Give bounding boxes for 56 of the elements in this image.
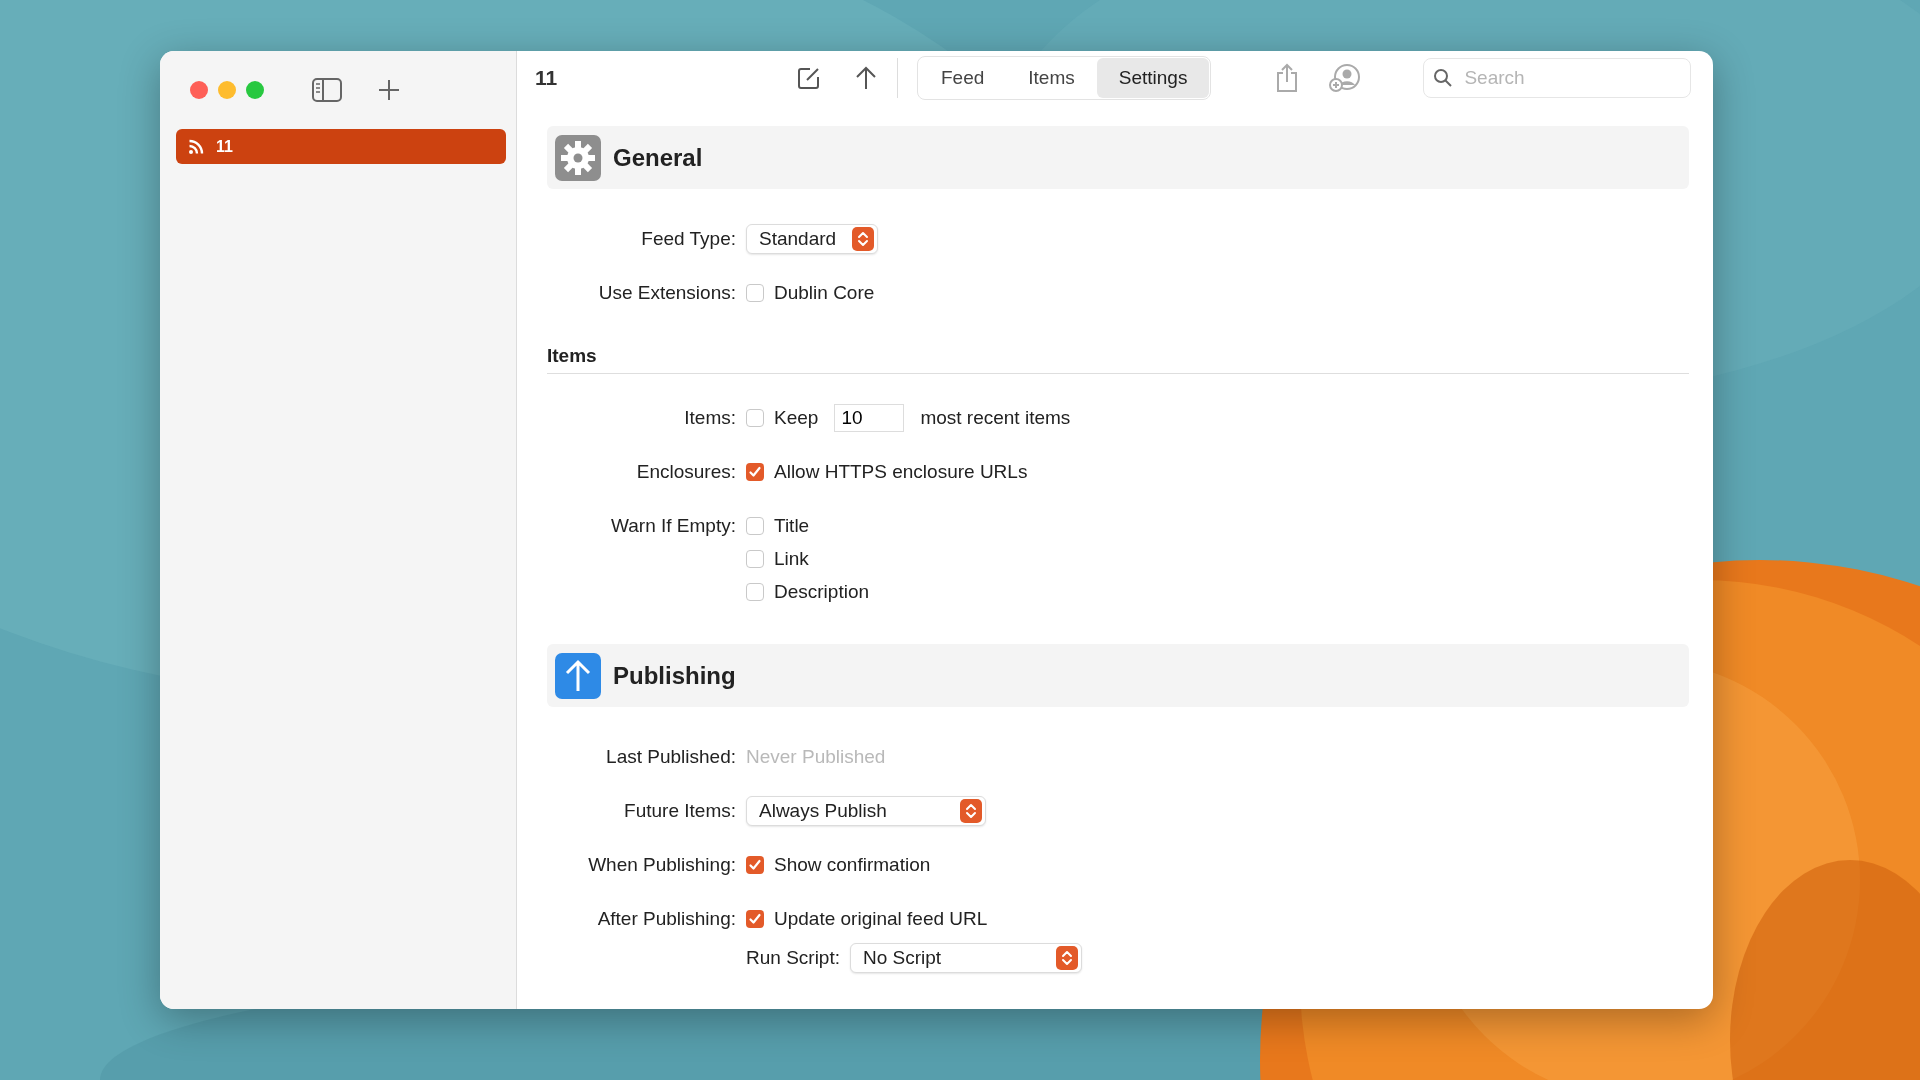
checkbox[interactable]	[746, 409, 764, 427]
popup-button[interactable]: Always Publish	[746, 796, 986, 826]
checkbox[interactable]	[746, 856, 764, 874]
field-label: Enclosures:	[635, 460, 737, 484]
field-label: Items:	[683, 406, 737, 430]
status-text: Never Published	[746, 745, 886, 769]
checkbox-label: Title	[774, 515, 810, 537]
checkbox-label: Show confirmation	[774, 854, 931, 876]
view-tab[interactable]: Items	[1006, 57, 1097, 98]
stepper-icon	[960, 799, 982, 823]
field-label: Warn If Empty:	[610, 514, 737, 538]
field-label: After Publishing:	[596, 907, 737, 931]
checkbox[interactable]	[746, 463, 764, 481]
zoom-button[interactable]	[246, 81, 264, 99]
popup-button[interactable]: Standard	[746, 224, 878, 254]
stepper-icon	[852, 227, 874, 251]
checkbox[interactable]	[746, 910, 764, 928]
checkbox-label: Keep	[774, 407, 819, 429]
stepper-icon	[1056, 946, 1078, 970]
view-tab[interactable]: Feed	[919, 57, 1007, 98]
window-title: 11	[535, 65, 559, 90]
field-label: Last Published:	[605, 745, 737, 769]
section-title: Publishing	[613, 661, 736, 690]
close-button[interactable]	[190, 81, 208, 99]
checkbox-label: Allow HTTPS enclosure URLs	[774, 461, 1028, 483]
compose-icon[interactable]	[797, 65, 821, 90]
search-icon	[1433, 67, 1454, 88]
gear-icon	[555, 134, 601, 181]
sidebar-toggle-icon[interactable]	[312, 78, 342, 102]
field-suffix: most recent items	[920, 407, 1071, 429]
rss-icon	[188, 138, 204, 155]
section-title: Items	[547, 345, 1689, 374]
field-label: Feed Type:	[640, 227, 737, 251]
checkbox[interactable]	[746, 284, 764, 302]
share-icon[interactable]	[1275, 62, 1300, 93]
add-icon[interactable]	[378, 79, 400, 101]
field-label: Run Script:	[746, 947, 840, 969]
field-label: When Publishing:	[587, 853, 737, 877]
checkbox-label: Link	[774, 548, 809, 570]
field-label: Use Extensions:	[597, 281, 737, 305]
section-title: General	[613, 143, 703, 172]
checkbox[interactable]	[746, 517, 764, 535]
checkbox[interactable]	[746, 550, 764, 568]
checkbox[interactable]	[746, 583, 764, 601]
sidebar-item[interactable]: 11	[176, 129, 506, 164]
search-field[interactable]: Search	[1423, 57, 1692, 98]
minimize-button[interactable]	[218, 81, 236, 99]
add-person-icon[interactable]	[1329, 62, 1362, 93]
checkbox-label: Update original feed URL	[774, 908, 988, 930]
checkbox-label: Description	[774, 581, 870, 603]
view-tab[interactable]: Settings	[1096, 57, 1210, 98]
popup-button[interactable]: No Script	[850, 943, 1082, 973]
upload-arrow-icon[interactable]	[855, 65, 877, 90]
field-label: Future Items:	[623, 799, 737, 823]
count-field[interactable]: 10	[834, 404, 905, 432]
checkbox-label: Dublin Core	[774, 282, 875, 304]
